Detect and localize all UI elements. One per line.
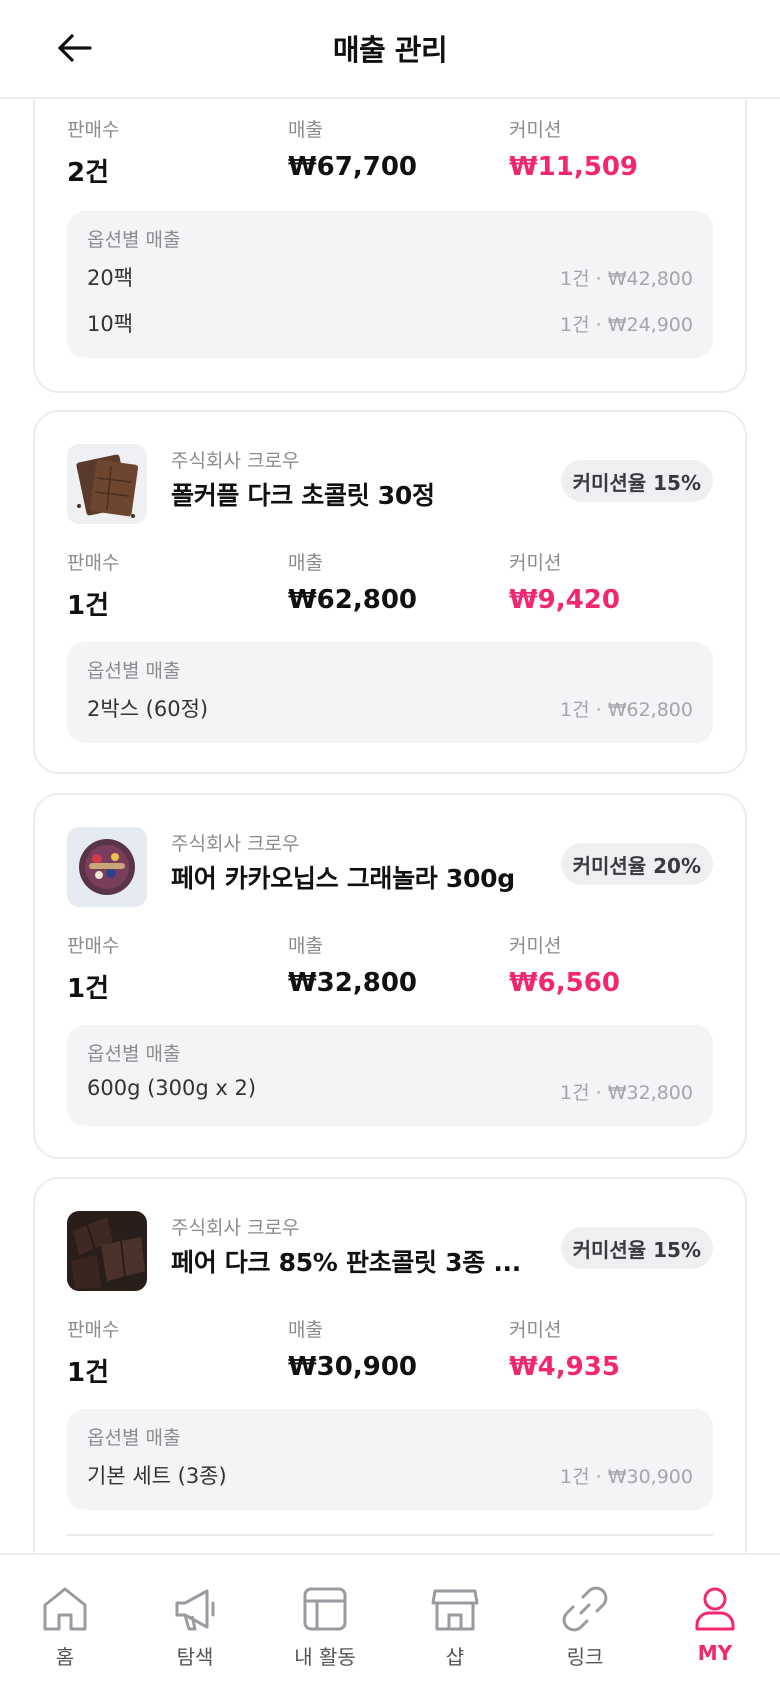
layout-icon xyxy=(303,1587,347,1631)
seller-name: 주식회사 크로우 xyxy=(171,450,300,472)
tab-home[interactable]: 홈 xyxy=(10,1583,120,1670)
product-sales-card[interactable]: 주식회사 크로우 페어 다크 85% 판초콜릿 3종 ... 커미션율 15% … xyxy=(33,1177,747,1553)
product-header: 주식회사 크로우 페어 다크 85% 판초콜릿 3종 ... 커미션율 15% xyxy=(67,1211,713,1291)
tab-my-activity[interactable]: 내 활동 xyxy=(270,1583,380,1670)
option-name: 600g (300g x 2) xyxy=(87,1076,257,1100)
tab-label: 탐색 xyxy=(176,1645,214,1669)
home-icon xyxy=(43,1587,87,1631)
option-sales-title: 옵션별 매출 xyxy=(87,1043,181,1065)
app-header: 매출 관리 xyxy=(0,0,780,99)
option-amount: 1건 · ₩32,800 xyxy=(560,1082,693,1104)
person-icon xyxy=(695,1587,735,1631)
option-sales-title: 옵션별 매출 xyxy=(87,1427,181,1449)
sales-count-label: 판매수 xyxy=(67,552,120,574)
commission-rate-badge: 커미션율 20% xyxy=(560,843,713,885)
revenue-label: 매출 xyxy=(288,1319,323,1341)
commission-label: 커미션 xyxy=(509,119,562,141)
megaphone-icon xyxy=(175,1589,215,1631)
commission-label: 커미션 xyxy=(509,1319,562,1341)
tab-label: MY xyxy=(697,1641,733,1665)
option-sales-box: 옵션별 매출 600g (300g x 2) 1건 · ₩32,800 xyxy=(67,1025,713,1126)
revenue-value: ₩32,800 xyxy=(288,968,418,998)
option-sales-title: 옵션별 매출 xyxy=(87,660,181,682)
sales-count-value: 1건 xyxy=(67,1358,110,1388)
commission-rate-badge: 커미션율 15% xyxy=(560,1227,713,1269)
revenue-value: ₩62,800 xyxy=(288,585,418,615)
option-row: 10팩 1건 · ₩24,900 xyxy=(87,298,693,344)
product-sales-card[interactable]: 주식회사 크로우 페어 카카오닙스 그래놀라 300g 커미션율 20% 판매수… xyxy=(33,793,747,1159)
commission-value: ₩11,509 xyxy=(509,152,639,182)
product-sales-card: 판매수 2건 매출 ₩67,700 커미션 ₩11,509 옵션별 매출 20팩 1건… xyxy=(33,99,747,393)
commission-rate-badge: 커미션율 15% xyxy=(560,460,713,502)
divider xyxy=(67,1534,713,1536)
dark-chocolate-pieces-thumbnail xyxy=(67,1211,147,1291)
product-name[interactable]: 페어 다크 85% 판초콜릿 3종 ... xyxy=(171,1243,521,1279)
commission-value: ₩9,420 xyxy=(509,585,620,615)
sales-list[interactable]: 판매수 2건 매출 ₩67,700 커미션 ₩11,509 옵션별 매출 20팩 1건… xyxy=(0,99,780,1553)
sales-count-value: 1건 xyxy=(67,591,110,621)
page-title: 매출 관리 xyxy=(332,33,448,67)
bottom-tab-bar: 홈 탐색 내 활동 샵 링크 MY xyxy=(0,1553,780,1688)
option-row: 20팩 1건 · ₩42,800 xyxy=(87,252,693,298)
chocolate-bar-thumbnail xyxy=(67,444,147,524)
commission-label: 커미션 xyxy=(509,552,562,574)
tab-label: 링크 xyxy=(566,1645,604,1669)
sales-stats: 판매수 1건 매출 ₩62,800 커미션 ₩9,420 xyxy=(67,548,713,621)
revenue-label: 매출 xyxy=(288,119,323,141)
option-sales-box: 옵션별 매출 20팩 1건 · ₩42,800 10팩 1건 · ₩24,900 xyxy=(67,211,713,358)
commission-label: 커미션 xyxy=(509,935,562,957)
option-row: 2박스 (60정) 1건 · ₩62,800 xyxy=(87,683,693,729)
link-icon xyxy=(562,1586,608,1632)
option-amount: 1건 · ₩24,900 xyxy=(560,314,693,336)
option-sales-title: 옵션별 매출 xyxy=(87,229,181,251)
granola-bowl-thumbnail xyxy=(67,827,147,907)
option-amount: 1건 · ₩62,800 xyxy=(560,699,693,721)
seller-name: 주식회사 크로우 xyxy=(171,1217,300,1239)
option-row: 600g (300g x 2) 1건 · ₩32,800 xyxy=(87,1066,693,1112)
option-name: 20팩 xyxy=(87,266,134,290)
revenue-value: ₩67,700 xyxy=(288,152,418,182)
tab-label: 샵 xyxy=(445,1645,465,1669)
option-amount: 1건 · ₩42,800 xyxy=(560,268,693,290)
tab-explore[interactable]: 탐색 xyxy=(140,1583,250,1670)
tab-label: 홈 xyxy=(55,1645,75,1669)
revenue-value: ₩30,900 xyxy=(288,1352,418,1382)
product-header: 주식회사 크로우 폴커플 다크 초콜릿 30정 커미션율 15% xyxy=(67,444,713,524)
product-name[interactable]: 폴커플 다크 초콜릿 30정 xyxy=(171,476,435,512)
option-name: 10팩 xyxy=(87,312,134,336)
seller-name: 주식회사 크로우 xyxy=(171,833,300,855)
tab-shop[interactable]: 샵 xyxy=(400,1583,510,1670)
sales-stats: 판매수 1건 매출 ₩30,900 커미션 ₩4,935 xyxy=(67,1315,713,1388)
sales-stats: 판매수 2건 매출 ₩67,700 커미션 ₩11,509 xyxy=(67,115,713,188)
product-name[interactable]: 페어 카카오닙스 그래놀라 300g xyxy=(171,859,515,895)
commission-value: ₩4,935 xyxy=(509,1352,620,1382)
product-sales-card[interactable]: 주식회사 크로우 폴커플 다크 초콜릿 30정 커미션율 15% 판매수 1건 매… xyxy=(33,410,747,774)
product-header: 주식회사 크로우 페어 카카오닙스 그래놀라 300g 커미션율 20% xyxy=(67,827,713,907)
sales-count-label: 판매수 xyxy=(67,935,120,957)
sales-count-value: 2건 xyxy=(67,158,110,188)
sales-stats: 판매수 1건 매출 ₩32,800 커미션 ₩6,560 xyxy=(67,931,713,1004)
tab-link[interactable]: 링크 xyxy=(530,1583,640,1670)
option-sales-box: 옵션별 매출 기본 세트 (3종) 1건 · ₩30,900 xyxy=(67,1409,713,1510)
option-name: 2박스 (60정) xyxy=(87,697,209,721)
option-name: 기본 세트 (3종) xyxy=(87,1464,227,1488)
tab-my[interactable]: MY xyxy=(660,1583,770,1665)
sales-count-label: 판매수 xyxy=(67,119,120,141)
sales-count-label: 판매수 xyxy=(67,1319,120,1341)
option-amount: 1건 · ₩30,900 xyxy=(560,1466,693,1488)
revenue-label: 매출 xyxy=(288,935,323,957)
store-icon xyxy=(431,1589,479,1631)
commission-value: ₩6,560 xyxy=(509,968,620,998)
tab-label: 내 활동 xyxy=(294,1645,356,1669)
revenue-label: 매출 xyxy=(288,552,323,574)
option-sales-box: 옵션별 매출 2박스 (60정) 1건 · ₩62,800 xyxy=(67,642,713,743)
sales-count-value: 1건 xyxy=(67,974,110,1004)
option-row: 기본 세트 (3종) 1건 · ₩30,900 xyxy=(87,1450,693,1496)
